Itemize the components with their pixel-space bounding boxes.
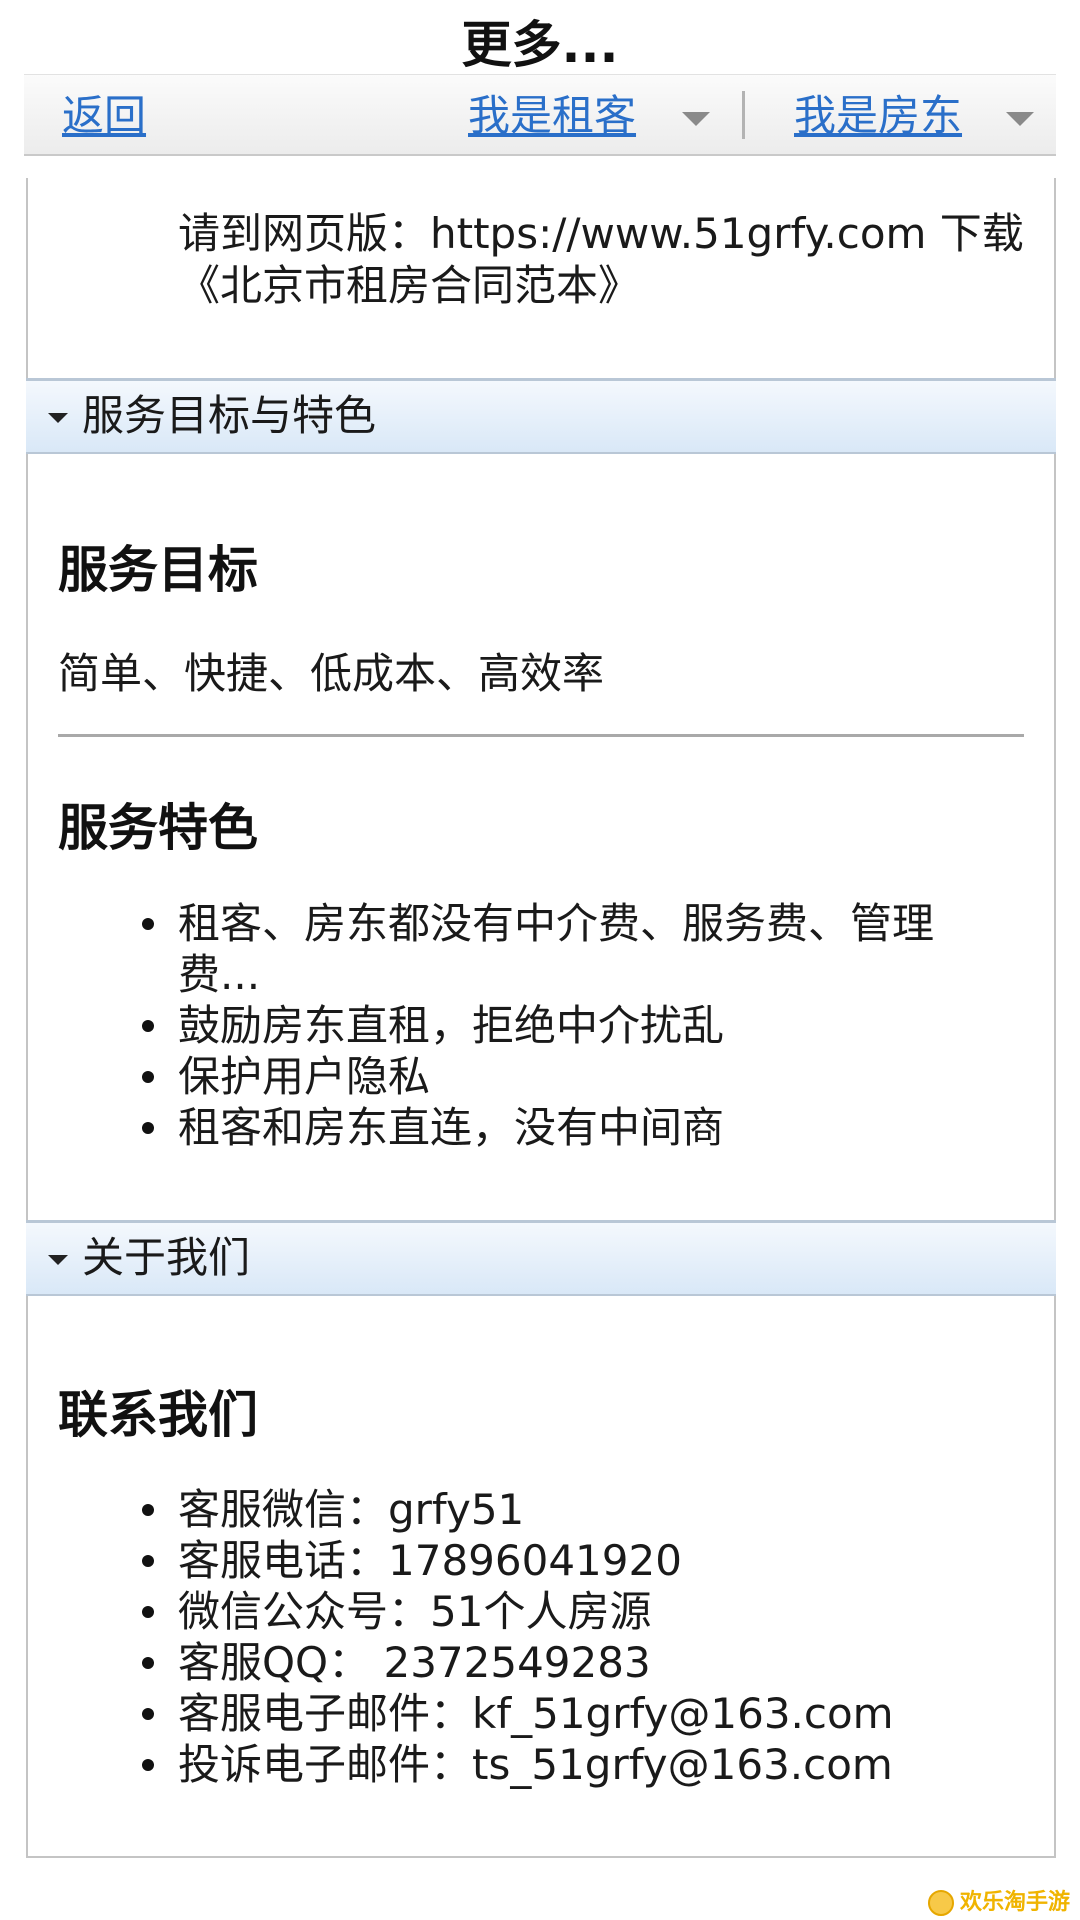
list-item: 鼓励房东直租，拒绝中介扰乱 bbox=[130, 1000, 1010, 1051]
list-item: 租客和房东直连，没有中间商 bbox=[130, 1102, 1010, 1153]
section-header-label: 服务目标与特色 bbox=[82, 391, 377, 440]
divider bbox=[58, 734, 1024, 737]
watermark-text: 欢乐淘手游 bbox=[960, 1890, 1071, 1915]
landlord-menu-link[interactable]: 我是房东 bbox=[794, 75, 962, 157]
list-item: 客服电话：17896041920 bbox=[130, 1535, 1010, 1586]
back-link[interactable]: 返回 bbox=[62, 75, 146, 157]
list-item: 客服微信：grfy51 bbox=[130, 1484, 1010, 1535]
watermark: 欢乐淘手游 bbox=[928, 1890, 1078, 1920]
contact-list: 客服微信：grfy51 客服电话：17896041920 微信公众号：51个人房… bbox=[130, 1484, 1010, 1790]
service-feature-title: 服务特色 bbox=[58, 799, 258, 857]
page-title: 更多... bbox=[461, 16, 619, 74]
service-goal-title: 服务目标 bbox=[58, 541, 258, 599]
section-header-label: 关于我们 bbox=[82, 1233, 251, 1282]
top-toolbar: 返回 我是租客 我是房东 bbox=[24, 74, 1056, 156]
landlord-dropdown-icon[interactable] bbox=[1006, 112, 1034, 126]
expand-triangle-icon bbox=[48, 1255, 68, 1265]
list-item: 投诉电子邮件：ts_51grfy@163.com bbox=[130, 1739, 1010, 1790]
list-item: 租客、房东都没有中介费、服务费、管理费... bbox=[130, 898, 1010, 1000]
feature-list: 租客、房东都没有中介费、服务费、管理费... 鼓励房东直租，拒绝中介扰乱 保护用… bbox=[130, 898, 1010, 1153]
service-goal-text: 简单、快捷、低成本、高效率 bbox=[58, 649, 605, 698]
smiley-logo-icon bbox=[928, 1890, 954, 1916]
list-item: 微信公众号：51个人房源 bbox=[130, 1586, 1010, 1637]
section-header-about[interactable]: 关于我们 bbox=[26, 1220, 1056, 1296]
intro-text: 请到网页版：https://www.51grfy.com 下载《北京市租房合同范… bbox=[178, 209, 1024, 310]
tenant-dropdown-icon[interactable] bbox=[682, 112, 710, 126]
expand-triangle-icon bbox=[48, 413, 68, 423]
list-item: 客服QQ： 2372549283 bbox=[130, 1637, 1010, 1688]
list-item: 保护用户隐私 bbox=[130, 1051, 1010, 1102]
toolbar-separator bbox=[742, 91, 745, 139]
list-item: 客服电子邮件：kf_51grfy@163.com bbox=[130, 1688, 1010, 1739]
tenant-menu-link[interactable]: 我是租客 bbox=[468, 75, 636, 157]
contact-title: 联系我们 bbox=[58, 1386, 258, 1444]
section-header-service[interactable]: 服务目标与特色 bbox=[26, 378, 1056, 454]
